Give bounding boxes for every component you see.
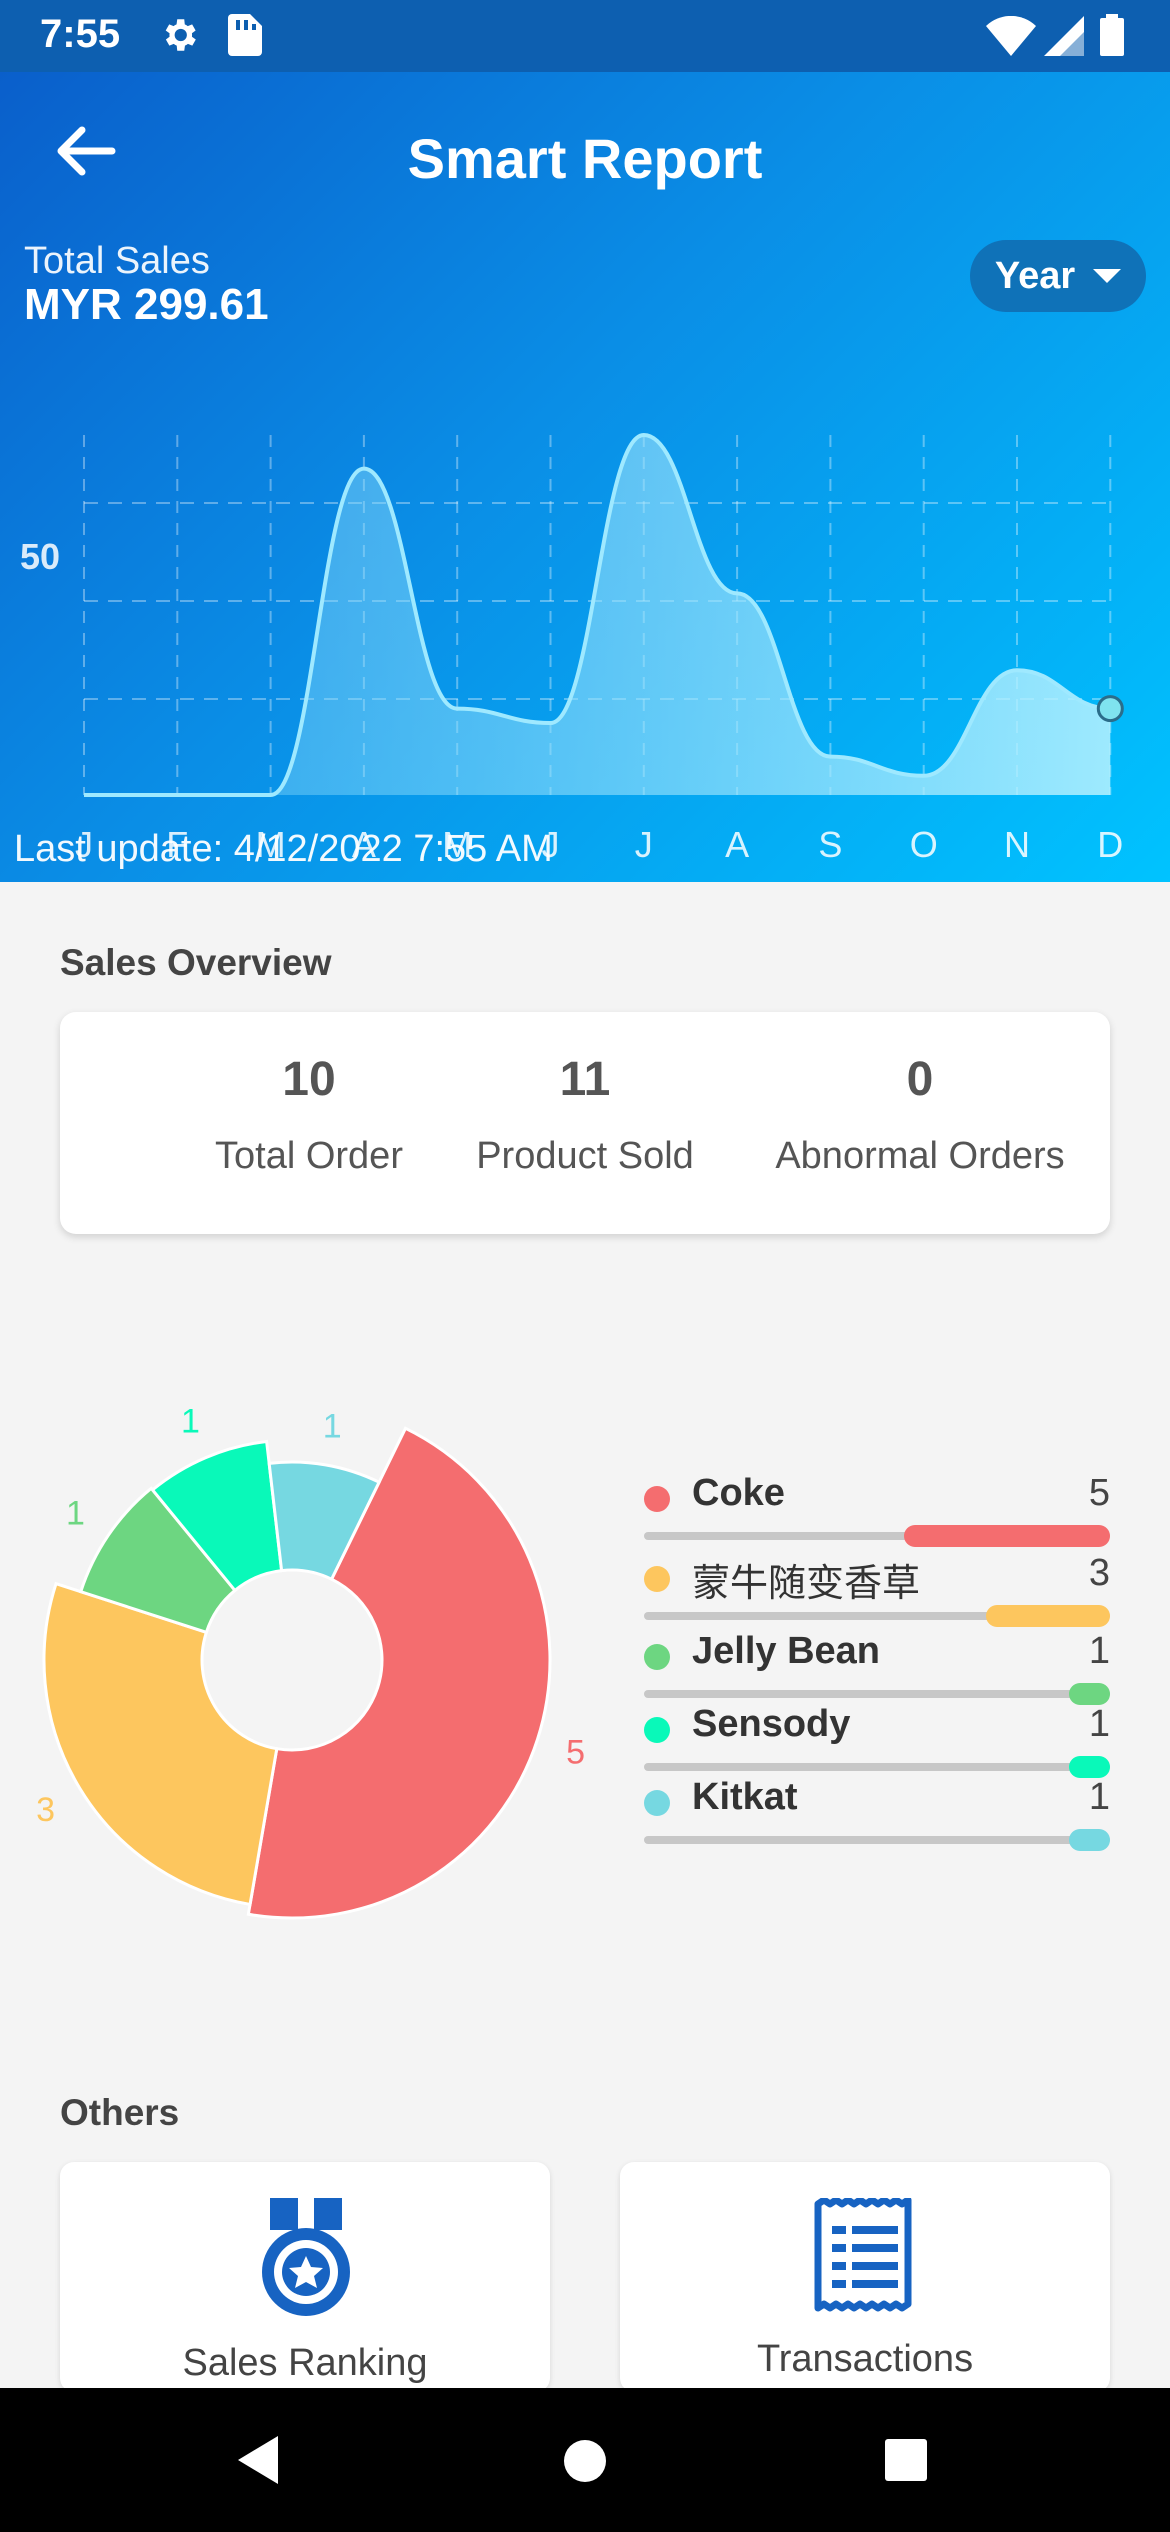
period-dropdown-label: Year xyxy=(994,254,1076,297)
total-sales-value: MYR 299.61 xyxy=(24,280,269,329)
legend-item: Sensody 1 xyxy=(640,1699,1112,1778)
legend-name: Sensody xyxy=(692,1703,851,1745)
sales-area-chart: 50J F M A M J J A S O N D xyxy=(20,432,1124,865)
legend-progress-fill xyxy=(904,1525,1110,1547)
legend-item: Coke 5 xyxy=(640,1468,1112,1547)
status-time: 7:55 xyxy=(40,12,121,56)
x-tick-label: J xyxy=(635,824,653,865)
donut-data-label: 1 xyxy=(323,1407,342,1445)
legend-dot xyxy=(644,1644,670,1670)
donut-slice xyxy=(42,1581,279,1907)
donut-data-label: 1 xyxy=(181,1403,200,1441)
legend-value: 1 xyxy=(1088,1630,1110,1672)
legend-progress-track xyxy=(644,1756,1110,1778)
donut-data-label: 5 xyxy=(566,1734,585,1772)
x-tick-label: A xyxy=(725,824,749,865)
stat-abnormal-orders: 0 Abnormal Orders xyxy=(755,1052,1085,1178)
home-circle-icon[interactable] xyxy=(562,2438,608,2484)
sales-overview-card: 10 Total Order 11 Product Sold 0 Abnorma… xyxy=(60,1012,1110,1234)
sim-card-icon xyxy=(228,14,262,56)
legend-progress-fill xyxy=(1068,1829,1110,1851)
stat-label: Abnormal Orders xyxy=(775,1135,1065,1177)
gear-icon xyxy=(165,19,196,51)
legend-dot xyxy=(644,1566,670,1592)
legend-progress-track xyxy=(644,1525,1110,1547)
period-dropdown[interactable]: Year xyxy=(970,240,1146,312)
legend-item: Jelly Bean 1 xyxy=(640,1626,1112,1705)
card-label: Transactions xyxy=(756,2338,974,2380)
x-tick-label: S xyxy=(818,824,842,865)
recents-square-icon[interactable] xyxy=(884,2438,928,2482)
legend-progress-track xyxy=(644,1683,1110,1705)
legend-progress-track xyxy=(644,1829,1110,1851)
card-label: Sales Ranking xyxy=(182,2342,428,2384)
others-title: Others xyxy=(60,2092,180,2133)
battery-icon xyxy=(1100,14,1124,56)
legend-dot xyxy=(644,1486,670,1512)
chart-end-point xyxy=(1096,695,1124,723)
legend-dot xyxy=(644,1790,670,1816)
sales-ranking-card[interactable]: Sales Ranking xyxy=(60,2162,550,2392)
page-title: Smart Report xyxy=(407,127,763,190)
legend-value: 5 xyxy=(1088,1472,1110,1514)
status-bar: 7:55 xyxy=(0,0,1170,72)
donut-data-label: 3 xyxy=(36,1791,55,1829)
system-nav-bar xyxy=(0,2388,1170,2532)
legend-name: 蒙牛随变香草 xyxy=(692,1563,921,1605)
stat-label: Product Sold xyxy=(476,1135,694,1177)
stat-product-sold: 11 Product Sold xyxy=(420,1052,750,1178)
product-donut-chart: 5 3 1 1 1 xyxy=(36,1403,585,1920)
chevron-down-icon xyxy=(1093,269,1122,283)
x-tick-label: O xyxy=(910,824,938,865)
wifi-icon xyxy=(986,16,1036,56)
stat-value: 11 xyxy=(559,1053,611,1106)
report-header: Smart Report Total Sales MYR 299.61 Year… xyxy=(0,72,1170,882)
x-tick-label: D xyxy=(1097,824,1123,865)
stat-value: 0 xyxy=(906,1053,934,1106)
legend-progress-fill xyxy=(986,1605,1110,1627)
sales-area-fill xyxy=(84,435,1111,795)
legend-item: Kitkat 1 xyxy=(640,1772,1112,1851)
signal-icon xyxy=(1044,16,1084,56)
receipt-icon xyxy=(814,2198,912,2312)
medal-icon xyxy=(262,2198,350,2316)
last-update-text: Last update: 4/12/2022 7:55 AM xyxy=(14,828,553,870)
legend-dot xyxy=(644,1717,670,1743)
donut-data-label: 1 xyxy=(66,1494,85,1532)
legend-value: 1 xyxy=(1088,1703,1110,1745)
legend-item: 蒙牛随变香草 3 xyxy=(640,1548,1112,1627)
legend-value: 3 xyxy=(1088,1552,1110,1594)
x-tick-label: N xyxy=(1004,824,1030,865)
legend-value: 1 xyxy=(1088,1776,1110,1818)
legend-progress-track xyxy=(644,1605,1110,1627)
total-sales-label: Total Sales xyxy=(24,240,210,282)
y-tick-label: 50 xyxy=(20,536,60,577)
transactions-card[interactable]: Transactions xyxy=(620,2162,1110,2392)
legend-name: Kitkat xyxy=(692,1776,798,1818)
back-triangle-icon[interactable] xyxy=(236,2434,280,2486)
legend-name: Jelly Bean xyxy=(692,1630,880,1672)
sales-overview-title: Sales Overview xyxy=(60,942,332,983)
legend-name: Coke xyxy=(692,1472,785,1514)
